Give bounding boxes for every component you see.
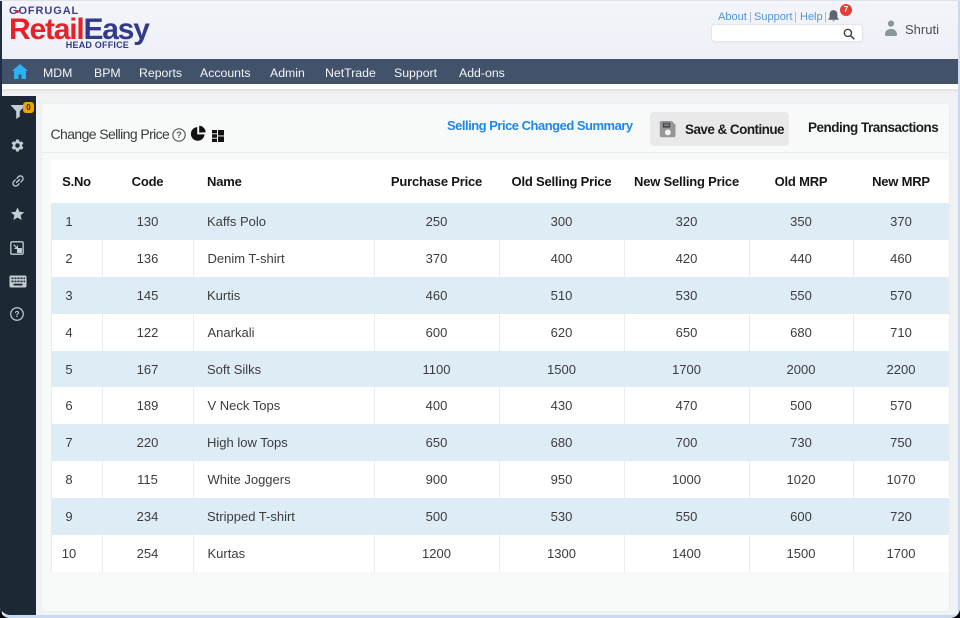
svg-text:?: ? <box>176 130 182 140</box>
svg-text:?: ? <box>14 310 19 319</box>
